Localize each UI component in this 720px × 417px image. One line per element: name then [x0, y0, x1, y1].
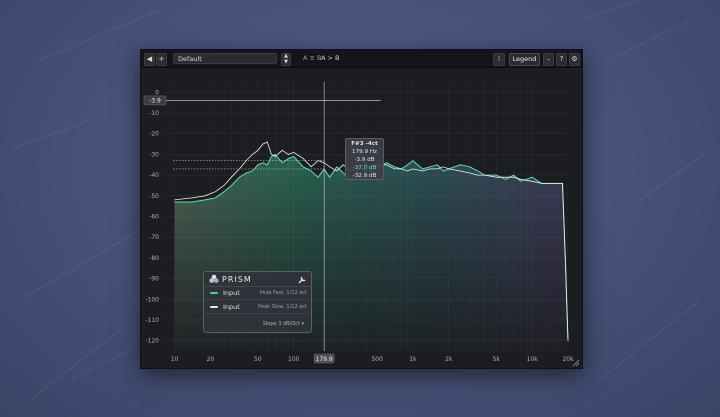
legend-header: PRISM — [204, 272, 311, 287]
y-tick-label: -40 — [149, 172, 159, 179]
preset-stepper[interactable]: ▲ ▼ — [281, 53, 291, 66]
y-tick-label: -100 — [145, 296, 159, 303]
y-tick-label: -80 — [149, 255, 159, 262]
x-tick-label: 20 — [207, 356, 215, 363]
readout-level-1: -3.9 dB — [354, 157, 375, 163]
prism-logo-icon — [209, 274, 219, 283]
help-button[interactable]: ? — [556, 53, 567, 66]
gear-icon: ⚙ — [571, 55, 578, 63]
preset-name: Default — [178, 55, 202, 63]
y-tick-label: -30 — [149, 151, 159, 158]
y-tick-label: 0 — [155, 89, 159, 96]
cursor-freq-value: 179.9 — [316, 356, 333, 363]
x-tick-label: 500 — [371, 356, 383, 363]
legend-row-slow[interactable]: Input Peak Slow, 1/12 oct — [204, 301, 311, 314]
x-tick-label: 10k — [527, 356, 539, 363]
settings-button[interactable]: ⚙ — [569, 53, 580, 66]
ab-copy-button[interactable]: A ≡ B — [303, 54, 321, 62]
slope-selector[interactable]: Slope 3 dB/Oct ▾ — [204, 321, 304, 327]
readout-note: F#3 -4ct — [351, 141, 378, 147]
preset-selector[interactable]: Default — [173, 53, 277, 64]
plus-icon: + — [158, 55, 165, 63]
back-arrow-icon: ◀ — [146, 55, 153, 63]
y-tick-label: -120 — [145, 338, 159, 345]
legend-swatch-fast — [210, 292, 218, 294]
threshold-value: -3.9 — [149, 97, 161, 104]
legend-swatch-slow — [210, 306, 218, 308]
back-button[interactable]: ◀ — [144, 53, 155, 66]
ab-compare-button[interactable]: A > B — [321, 54, 339, 62]
toolbar: ◀ + Default ▲ ▼ A ≡ B A > B ⁞ Legend – ? … — [141, 50, 582, 68]
grid-toggle-button[interactable]: ⁞ — [493, 53, 505, 66]
resize-grip-icon[interactable] — [572, 359, 580, 367]
wrench-icon[interactable] — [298, 275, 307, 284]
add-button[interactable]: + — [156, 53, 167, 66]
y-tick-label: -50 — [149, 193, 159, 200]
cursor-readout-popup: F#3 -4ct 179.9 Hz -3.9 dB -37.0 dB -32.9… — [345, 138, 384, 180]
legend-button[interactable]: Legend — [509, 53, 540, 66]
x-tick-label: 100 — [288, 356, 300, 363]
readout-frequency: 179.9 Hz — [352, 149, 377, 155]
readout-level-2: -37.0 dB — [352, 165, 377, 171]
x-tick-label: 1k — [409, 356, 417, 363]
x-tick-label: 5k — [493, 356, 501, 363]
legend-row-mode: Peak Slow, 1/12 oct — [258, 304, 307, 310]
minimize-icon: – — [546, 55, 551, 63]
readout-level-3: -32.9 dB — [352, 173, 377, 179]
legend-row-mode: Peak Fast, 1/12 oct — [259, 290, 307, 296]
y-tick-label: -70 — [149, 234, 159, 241]
legend-title: PRISM — [222, 275, 252, 284]
analyzer-window: ◀ + Default ▲ ▼ A ≡ B A > B ⁞ Legend – ? … — [140, 49, 583, 369]
x-tick-label: 50 — [254, 356, 262, 363]
y-tick-label: -10 — [149, 110, 159, 117]
x-tick-label: 2k — [445, 356, 453, 363]
legend-row-fast[interactable]: Input Peak Fast, 1/12 oct — [204, 287, 311, 300]
minimize-button[interactable]: – — [543, 53, 554, 66]
y-tick-label: -90 — [149, 276, 159, 283]
y-tick-label: -20 — [149, 131, 159, 138]
spectrum-plot[interactable]: 0 -10 -20 -30 -40 -50 -60 -70 -80 -90 -100 -110 -120… — [141, 68, 582, 368]
y-tick-label: -110 — [145, 317, 159, 324]
x-tick-label: 10 — [171, 356, 179, 363]
legend-row-name: Input — [223, 289, 240, 297]
legend-row-name: Input — [223, 303, 240, 311]
legend-panel: PRISM Input Peak Fast, 1/12 oct Input Pe… — [203, 271, 312, 333]
y-tick-label: -60 — [149, 214, 159, 221]
